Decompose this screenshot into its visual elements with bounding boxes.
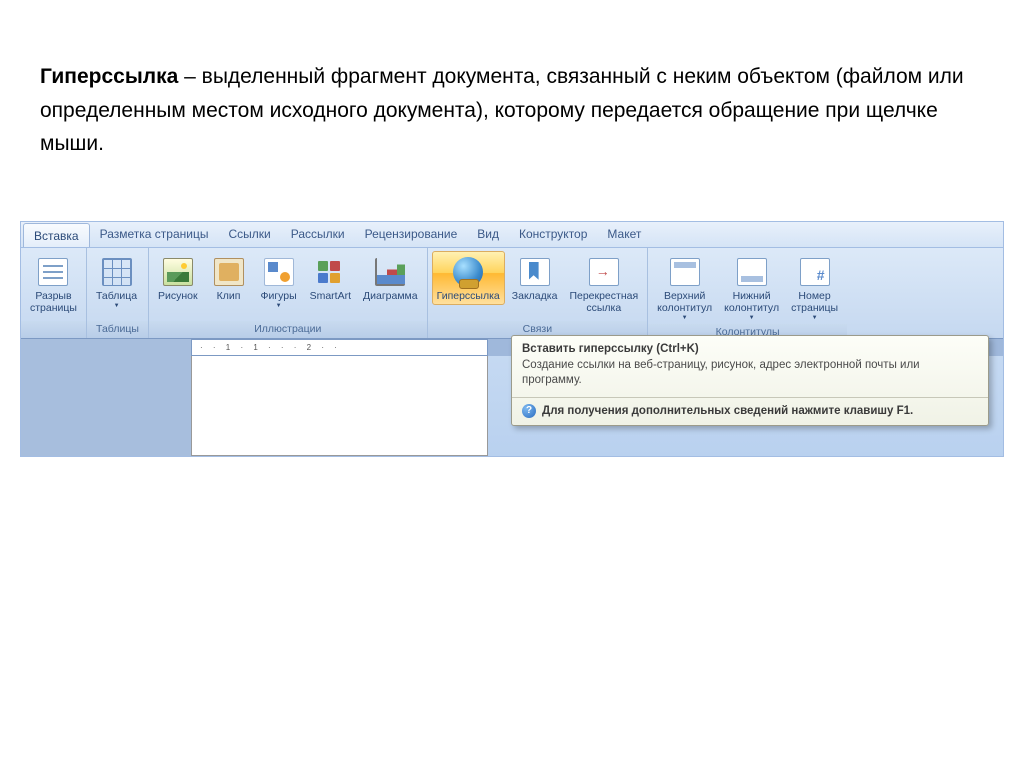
group-tables-title: Таблицы [87, 321, 148, 338]
shapes-icon [264, 258, 294, 286]
tab-insert[interactable]: Вставка [23, 223, 90, 247]
page-break-button[interactable]: Разрыв страницы [25, 251, 82, 317]
tab-layout[interactable]: Макет [597, 222, 651, 247]
chevron-down-icon: ▼ [276, 303, 282, 309]
header-icon [670, 258, 700, 286]
tab-review[interactable]: Рецензирование [355, 222, 468, 247]
picture-icon [163, 258, 193, 286]
table-button[interactable]: Таблица ▼ [91, 251, 142, 312]
smartart-button[interactable]: SmartArt [305, 251, 356, 305]
footer-icon [737, 258, 767, 286]
ribbon-body: Разрыв страницы Таблица ▼ Таблицы Рисуно… [21, 248, 1003, 338]
picture-button[interactable]: Рисунок [153, 251, 203, 305]
tab-view[interactable]: Вид [467, 222, 509, 247]
globe-icon [453, 257, 483, 287]
group-pages-title [21, 321, 86, 338]
definition-text: – выделенный фрагмент документа, связанн… [40, 65, 964, 155]
chevron-down-icon: ▼ [812, 315, 818, 321]
word-ribbon: Вставка Разметка страницы Ссылки Рассылк… [20, 221, 1004, 457]
group-illustrations-title: Иллюстрации [149, 321, 427, 338]
tab-page-layout[interactable]: Разметка страницы [90, 222, 219, 247]
header-button[interactable]: Верхний колонтитул ▼ [652, 251, 717, 324]
group-headerfooter: Верхний колонтитул ▼ Нижний колонтитул ▼… [648, 248, 847, 338]
hyperlink-tooltip: Вставить гиперссылку (Ctrl+K) Создание с… [511, 335, 989, 426]
tab-design[interactable]: Конструктор [509, 222, 597, 247]
clip-icon [214, 258, 244, 286]
group-tables: Таблица ▼ Таблицы [87, 248, 149, 338]
bookmark-icon [520, 258, 550, 286]
page-break-icon [38, 258, 68, 286]
chevron-down-icon: ▼ [114, 303, 120, 309]
definition-paragraph: Гиперссылка – выделенный фрагмент докуме… [0, 0, 1024, 211]
page-number-button[interactable]: Номер страницы ▼ [786, 251, 843, 324]
shapes-button[interactable]: Фигуры ▼ [255, 251, 303, 312]
group-illustrations: Рисунок Клип Фигуры ▼ SmartArt Диа [149, 248, 428, 338]
ribbon-tabs: Вставка Разметка страницы Ссылки Рассылк… [21, 222, 1003, 248]
chart-button[interactable]: Диаграмма [358, 251, 423, 305]
document-page[interactable] [191, 356, 488, 456]
footer-button[interactable]: Нижний колонтитул ▼ [719, 251, 784, 324]
tab-references[interactable]: Ссылки [218, 222, 280, 247]
cross-ref-icon [589, 258, 619, 286]
bookmark-button[interactable]: Закладка [507, 251, 563, 305]
tooltip-title: Вставить гиперссылку (Ctrl+K) [512, 336, 988, 358]
chevron-down-icon: ▼ [749, 315, 755, 321]
chevron-down-icon: ▼ [682, 315, 688, 321]
horizontal-ruler[interactable]: · · 1 · 1 · · · 2 · · [191, 339, 488, 356]
clip-button[interactable]: Клип [205, 251, 253, 305]
chart-icon [375, 258, 405, 286]
definition-term: Гиперссылка [40, 65, 178, 88]
cross-ref-button[interactable]: Перекрестная ссылка [564, 251, 643, 317]
page-number-icon [800, 258, 830, 286]
tooltip-footer: ? Для получения дополнительных сведений … [512, 397, 988, 425]
tooltip-body: Создание ссылки на веб-страницу, рисунок… [512, 358, 988, 397]
group-pages: Разрыв страницы [21, 248, 87, 338]
group-links: Гиперссылка Закладка Перекрестная ссылка… [428, 248, 649, 338]
help-icon: ? [522, 404, 536, 418]
tab-mailings[interactable]: Рассылки [281, 222, 355, 247]
smartart-icon [315, 258, 345, 286]
hyperlink-button[interactable]: Гиперссылка [432, 251, 505, 305]
table-icon [102, 258, 132, 286]
